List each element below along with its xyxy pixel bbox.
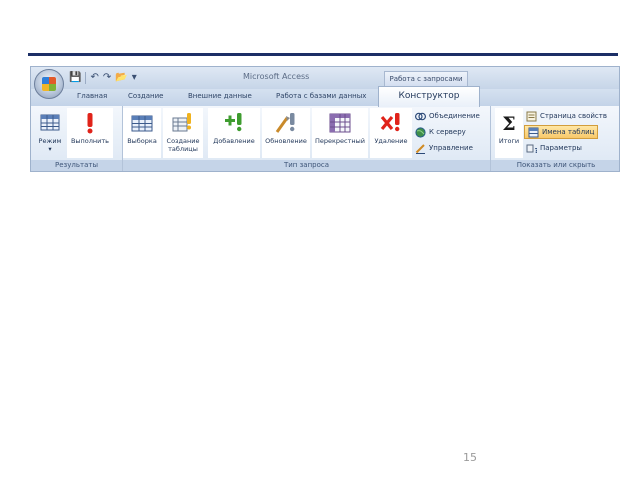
update-query-icon [275,113,295,133]
window-title: Microsoft Access [243,72,310,81]
update-query-label: Обновление [265,137,307,145]
parameters-label: Параметры [540,144,582,152]
tab-create[interactable]: Создание [128,92,163,100]
sigma-icon: Σ [502,113,515,134]
svg-text:?: ? [535,147,538,154]
property-sheet-button[interactable]: Страница свойств [526,109,607,123]
tab-design[interactable]: Конструктор [378,86,480,107]
run-exclamation-icon [87,113,93,134]
totals-button[interactable]: Σ Итоги [495,108,523,158]
crosstab-query-label: Перекрестный [314,137,366,145]
parameters-icon: ? [526,144,538,154]
group-query-type: Выборка Создание таблицы Добавление Обно… [123,106,491,171]
data-definition-label: Управление [429,144,473,152]
ribbon-tabs: Главная Создание Внешние данные Работа с… [31,89,619,106]
union-icon [415,112,426,120]
delete-query-button[interactable]: Удаление [370,108,412,158]
make-table-button[interactable]: Создание таблицы [163,108,203,158]
globe-icon [415,126,426,138]
context-tab-query-tools: Работа с запросами [384,71,468,87]
delete-query-icon [380,113,400,132]
dropdown-arrow-icon: ▾ [48,145,52,153]
property-sheet-label: Страница свойств [540,112,607,120]
tab-external-data[interactable]: Внешние данные [188,92,252,100]
append-query-icon [225,113,242,132]
data-definition-button[interactable]: Управление [415,141,473,155]
run-label: Выполнить [70,137,110,145]
open-folder-icon[interactable]: 📂 [115,71,127,85]
make-table-icon [172,113,191,132]
office-button[interactable] [34,69,64,99]
table-names-button[interactable]: Имена таблиц [524,125,599,139]
group-show-hide-label: Показать или скрыть [491,160,619,171]
view-button[interactable]: Режим ▾ [35,108,65,158]
property-sheet-icon [526,111,537,121]
crosstab-query-button[interactable]: Перекрестный [312,108,368,158]
group-show-hide: Σ Итоги Страница свойств Имена таблиц Па… [491,106,619,171]
access-ribbon: 💾 ↶ ↷ 📂 ▾ Microsoft Access Работа с запр… [30,66,620,172]
union-label: Объединение [429,112,480,120]
append-query-label: Добавление [213,137,255,145]
append-query-button[interactable]: Добавление [208,108,260,158]
qat-separator [85,72,87,84]
union-query-button[interactable]: Объединение [415,109,480,123]
table-names-icon [528,127,539,137]
title-bar: 💾 ↶ ↷ 📂 ▾ Microsoft Access Работа с запр… [31,67,619,89]
ribbon-body: Режим ▾ Выполнить Результаты Выборка Соз… [31,106,619,171]
redo-icon[interactable]: ↷ [103,71,111,85]
parameters-button[interactable]: ? Параметры [526,141,582,155]
pencil-icon [415,143,425,154]
select-query-button[interactable]: Выборка [123,108,161,158]
office-logo-icon [42,77,56,91]
save-icon[interactable]: 💾 [69,71,81,85]
update-query-button[interactable]: Обновление [262,108,310,158]
pass-through-button[interactable]: К серверу [415,125,466,139]
select-query-icon [131,115,153,132]
table-names-label: Имена таблиц [542,128,595,136]
make-table-label: Создание таблицы [166,137,200,153]
slide-top-rule [28,53,618,56]
group-results-label: Результаты [31,160,122,171]
table-view-icon [40,114,60,131]
tab-database-tools[interactable]: Работа с базами данных [276,92,366,100]
qat-customize-icon[interactable]: ▾ [132,71,137,85]
delete-query-label: Удаление [374,137,408,145]
view-label: Режим [38,137,62,145]
select-query-label: Выборка [127,137,157,145]
run-button[interactable]: Выполнить [67,108,113,158]
group-results: Режим ▾ Выполнить Результаты [31,106,123,171]
crosstab-query-icon [329,113,351,133]
slide-page-number: 15 [463,451,477,464]
totals-label: Итоги [498,137,520,145]
pass-through-label: К серверу [429,128,466,136]
group-query-type-label: Тип запроса [123,160,490,171]
tab-home[interactable]: Главная [77,92,107,100]
undo-icon[interactable]: ↶ [90,71,98,85]
svg-text:Σ: Σ [502,113,515,134]
quick-access-toolbar: 💾 ↶ ↷ 📂 ▾ [69,71,137,85]
